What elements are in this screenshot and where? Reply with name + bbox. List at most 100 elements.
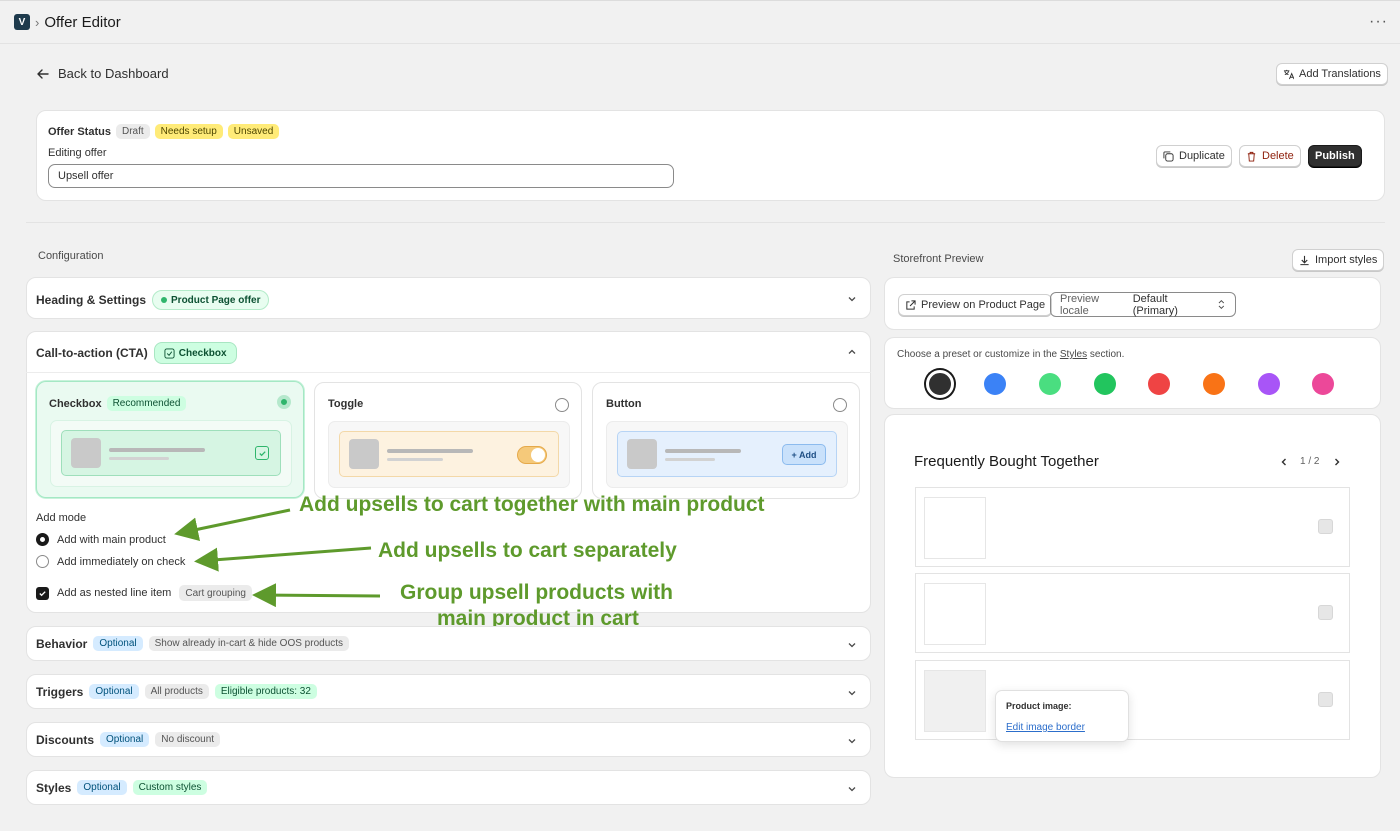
checkbox-icon: [164, 347, 175, 359]
cta-option-button[interactable]: Button + Add: [592, 382, 860, 499]
product-image[interactable]: [924, 670, 986, 732]
cta-checkbox-badge: Checkbox: [153, 342, 237, 364]
mode-main-radio[interactable]: [36, 533, 49, 546]
mode-main-option[interactable]: Add with main product: [36, 533, 166, 546]
add-translations-label: Add Translations: [1299, 68, 1381, 80]
offer-status-label: Offer Status: [48, 125, 111, 138]
needs-setup-badge: Needs setup: [154, 124, 223, 139]
offer-name-input[interactable]: Upsell offer: [48, 164, 674, 188]
color-swatch[interactable]: [1258, 373, 1280, 395]
offer-status-card: Offer Status Draft Needs setup Unsaved E…: [36, 110, 1385, 201]
chevron-right-icon[interactable]: [1331, 456, 1343, 468]
back-to-dashboard-link[interactable]: Back to Dashboard: [36, 66, 169, 81]
tooltip-title: Product image:: [1006, 701, 1072, 711]
color-swatch[interactable]: [984, 373, 1006, 395]
chevron-down-icon: [848, 739, 856, 744]
duplicate-button[interactable]: Duplicate: [1156, 145, 1232, 167]
preview-button-label: Preview on Product Page: [921, 299, 1046, 311]
option-checkbox-radio[interactable]: [277, 395, 291, 409]
button-preview-row: + Add: [617, 431, 837, 477]
toggle-preview-row: [339, 431, 559, 477]
optional-badge: Optional: [77, 780, 127, 795]
cta-option-toggle[interactable]: Toggle: [314, 382, 582, 499]
discounts-section[interactable]: Discounts Optional No discount: [26, 722, 871, 757]
nested-line-item-option[interactable]: Add as nested line item Cart grouping: [36, 585, 252, 601]
toggle-preview: [328, 421, 570, 488]
select-arrows-icon: [1218, 299, 1225, 310]
placeholder-line: [109, 448, 205, 452]
color-swatch[interactable]: [1094, 373, 1116, 395]
styles-section[interactable]: Styles Optional Custom styles: [26, 770, 871, 805]
add-mode-label: Add mode: [36, 512, 87, 524]
check-icon: [255, 446, 269, 460]
app-logo-icon[interactable]: V: [14, 14, 30, 30]
heading-settings-section[interactable]: Heading & Settings Product Page offer: [26, 277, 871, 319]
custom-styles-badge: Custom styles: [132, 780, 208, 795]
pager-text: 1 / 2: [1300, 456, 1320, 467]
fbt-product-row: [915, 573, 1350, 653]
color-swatch[interactable]: [1203, 373, 1225, 395]
external-link-icon: [906, 299, 916, 310]
styles-title: Styles: [36, 780, 72, 795]
page-title: Offer Editor: [44, 13, 121, 31]
product-checkbox[interactable]: [1318, 605, 1333, 620]
optional-badge: Optional: [89, 684, 139, 699]
placeholder-line: [387, 449, 473, 453]
mode-immediate-option[interactable]: Add immediately on check: [36, 555, 185, 568]
unsaved-badge: Unsaved: [227, 124, 280, 139]
fbt-product-row: [915, 660, 1350, 740]
import-styles-button[interactable]: Import styles: [1292, 249, 1385, 271]
chevron-down-icon: [848, 691, 856, 696]
color-swatch[interactable]: [1148, 373, 1170, 395]
product-page-offer-label: Product Page offer: [171, 294, 261, 306]
more-actions-icon[interactable]: ···: [1369, 13, 1388, 31]
trash-icon: [1247, 151, 1256, 162]
add-translations-button[interactable]: Add Translations: [1276, 63, 1388, 85]
option-toggle-label: Toggle: [328, 398, 364, 410]
storefront-preview-title: Storefront Preview: [893, 253, 984, 265]
product-checkbox[interactable]: [1318, 519, 1333, 534]
behavior-note-badge: Show already in-cart & hide OOS products: [148, 636, 350, 651]
editing-offer-label: Editing offer: [48, 147, 107, 159]
preview-on-product-page-button[interactable]: Preview on Product Page: [898, 294, 1053, 316]
chevron-up-icon[interactable]: [846, 346, 858, 358]
no-discount-badge: No discount: [155, 732, 221, 747]
option-button-radio[interactable]: [833, 398, 847, 412]
cta-option-checkbox[interactable]: Checkbox Recommended: [36, 381, 304, 498]
chevron-left-icon[interactable]: [1278, 456, 1290, 468]
color-swatch[interactable]: [1039, 373, 1061, 395]
annotation-text: Group upsell products with: [400, 581, 673, 604]
mode-immediate-radio[interactable]: [36, 555, 49, 568]
preview-locale-select[interactable]: Preview locale Default (Primary): [1050, 292, 1236, 317]
nested-line-item-label: Add as nested line item: [57, 587, 172, 599]
all-products-badge: All products: [144, 684, 209, 699]
placeholder-line: [665, 458, 715, 461]
product-checkbox[interactable]: [1318, 692, 1333, 707]
product-image[interactable]: [924, 583, 986, 645]
triggers-section[interactable]: Triggers Optional All products Eligible …: [26, 674, 871, 709]
chevron-down-icon: [848, 643, 856, 648]
discounts-title: Discounts: [36, 732, 95, 747]
publish-button[interactable]: Publish: [1308, 145, 1362, 167]
top-bar: V › Offer Editor ···: [0, 0, 1400, 44]
option-toggle-radio[interactable]: [555, 398, 569, 412]
chevron-down-icon: [848, 297, 856, 302]
annotation-text: Add upsells to cart separately: [378, 539, 677, 562]
offer-name-value: Upsell offer: [58, 170, 114, 182]
product-image[interactable]: [924, 497, 986, 559]
behavior-section[interactable]: Behavior Optional Show already in-cart &…: [26, 626, 871, 661]
nested-line-item-checkbox[interactable]: [36, 586, 49, 600]
publish-label: Publish: [1315, 150, 1355, 162]
divider: [26, 222, 1385, 223]
delete-button[interactable]: Delete: [1239, 145, 1301, 167]
edit-image-border-link[interactable]: Edit image border: [1006, 722, 1085, 733]
styles-link[interactable]: Styles: [1060, 349, 1087, 360]
image-tooltip: Product image: Edit image border: [995, 690, 1129, 742]
checkbox-preview: [50, 420, 292, 487]
mode-main-label: Add with main product: [57, 533, 166, 546]
preset-hint: Choose a preset or customize in the Styl…: [897, 349, 1124, 360]
back-label: Back to Dashboard: [58, 66, 169, 81]
status-dot-icon: [161, 297, 168, 303]
color-swatch[interactable]: [1312, 373, 1334, 395]
color-swatch[interactable]: [926, 370, 954, 398]
